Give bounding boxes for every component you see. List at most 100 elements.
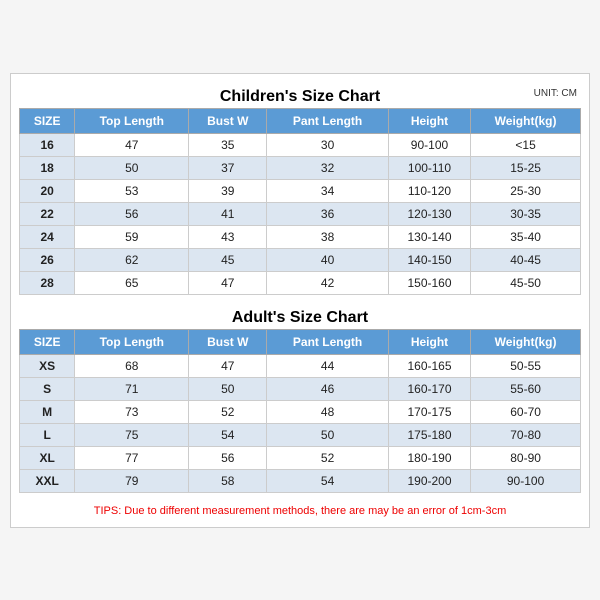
table-row: 22564136120-13030-35 — [20, 202, 581, 225]
data-cell: 68 — [75, 354, 189, 377]
data-cell: 170-175 — [388, 400, 470, 423]
adult-col-size: SIZE — [20, 329, 75, 354]
size-cell: L — [20, 423, 75, 446]
data-cell: 38 — [267, 225, 389, 248]
adult-title-text: Adult's Size Chart — [232, 309, 368, 326]
data-cell: 71 — [75, 377, 189, 400]
data-cell: 52 — [189, 400, 267, 423]
data-cell: 73 — [75, 400, 189, 423]
data-cell: 47 — [189, 354, 267, 377]
data-cell: 140-150 — [388, 248, 470, 271]
size-cell: XXL — [20, 469, 75, 492]
data-cell: 48 — [267, 400, 389, 423]
children-col-height: Height — [388, 108, 470, 133]
data-cell: 60-70 — [471, 400, 581, 423]
size-cell: XS — [20, 354, 75, 377]
data-cell: 37 — [189, 156, 267, 179]
children-thead: SIZE Top Length Bust W Pant Length Heigh… — [20, 108, 581, 133]
data-cell: 55-60 — [471, 377, 581, 400]
data-cell: 32 — [267, 156, 389, 179]
table-row: 24594338130-14035-40 — [20, 225, 581, 248]
adult-thead: SIZE Top Length Bust W Pant Length Heigh… — [20, 329, 581, 354]
adult-title: Adult's Size Chart — [19, 303, 581, 329]
data-cell: 160-165 — [388, 354, 470, 377]
children-tbody: 1647353090-100<1518503732100-11015-25205… — [20, 133, 581, 294]
data-cell: 50 — [189, 377, 267, 400]
data-cell: 150-160 — [388, 271, 470, 294]
data-cell: 160-170 — [388, 377, 470, 400]
children-header-row: SIZE Top Length Bust W Pant Length Heigh… — [20, 108, 581, 133]
data-cell: 50 — [75, 156, 189, 179]
data-cell: 41 — [189, 202, 267, 225]
adult-col-pant: Pant Length — [267, 329, 389, 354]
size-cell: 20 — [20, 179, 75, 202]
table-row: S715046160-17055-60 — [20, 377, 581, 400]
table-row: M735248170-17560-70 — [20, 400, 581, 423]
data-cell: 62 — [75, 248, 189, 271]
tips-text: TIPS: Due to different measurement metho… — [19, 501, 581, 519]
data-cell: 56 — [75, 202, 189, 225]
table-row: 20533934110-12025-30 — [20, 179, 581, 202]
data-cell: 45-50 — [471, 271, 581, 294]
children-col-top-length: Top Length — [75, 108, 189, 133]
adult-tbody: XS684744160-16550-55S715046160-17055-60M… — [20, 354, 581, 492]
children-col-size: SIZE — [20, 108, 75, 133]
data-cell: 42 — [267, 271, 389, 294]
data-cell: 50-55 — [471, 354, 581, 377]
table-row: 18503732100-11015-25 — [20, 156, 581, 179]
children-col-weight: Weight(kg) — [471, 108, 581, 133]
data-cell: 25-30 — [471, 179, 581, 202]
data-cell: 46 — [267, 377, 389, 400]
data-cell: 56 — [189, 446, 267, 469]
adult-col-height: Height — [388, 329, 470, 354]
data-cell: 54 — [267, 469, 389, 492]
data-cell: 50 — [267, 423, 389, 446]
data-cell: 59 — [75, 225, 189, 248]
data-cell: 35-40 — [471, 225, 581, 248]
table-row: XS684744160-16550-55 — [20, 354, 581, 377]
children-title-text: Children's Size Chart — [220, 88, 380, 105]
data-cell: 35 — [189, 133, 267, 156]
data-cell: 53 — [75, 179, 189, 202]
data-cell: 47 — [75, 133, 189, 156]
data-cell: 58 — [189, 469, 267, 492]
data-cell: 110-120 — [388, 179, 470, 202]
data-cell: 90-100 — [388, 133, 470, 156]
adult-col-top-length: Top Length — [75, 329, 189, 354]
data-cell: 70-80 — [471, 423, 581, 446]
data-cell: <15 — [471, 133, 581, 156]
data-cell: 45 — [189, 248, 267, 271]
data-cell: 44 — [267, 354, 389, 377]
data-cell: 30 — [267, 133, 389, 156]
data-cell: 40-45 — [471, 248, 581, 271]
chart-container: Children's Size Chart UNIT: CM SIZE Top … — [10, 73, 590, 528]
size-cell: 24 — [20, 225, 75, 248]
children-table: SIZE Top Length Bust W Pant Length Heigh… — [19, 108, 581, 295]
data-cell: 190-200 — [388, 469, 470, 492]
adult-col-bust: Bust W — [189, 329, 267, 354]
data-cell: 180-190 — [388, 446, 470, 469]
adult-header-row: SIZE Top Length Bust W Pant Length Heigh… — [20, 329, 581, 354]
data-cell: 65 — [75, 271, 189, 294]
size-cell: XL — [20, 446, 75, 469]
table-row: XXL795854190-20090-100 — [20, 469, 581, 492]
children-col-pant: Pant Length — [267, 108, 389, 133]
data-cell: 47 — [189, 271, 267, 294]
adult-section: Adult's Size Chart SIZE Top Length Bust … — [19, 303, 581, 493]
size-cell: 22 — [20, 202, 75, 225]
data-cell: 175-180 — [388, 423, 470, 446]
data-cell: 40 — [267, 248, 389, 271]
data-cell: 130-140 — [388, 225, 470, 248]
table-row: XL775652180-19080-90 — [20, 446, 581, 469]
data-cell: 100-110 — [388, 156, 470, 179]
children-unit: UNIT: CM — [534, 88, 577, 99]
data-cell: 54 — [189, 423, 267, 446]
data-cell: 90-100 — [471, 469, 581, 492]
data-cell: 79 — [75, 469, 189, 492]
table-row: 1647353090-100<15 — [20, 133, 581, 156]
data-cell: 34 — [267, 179, 389, 202]
table-row: 28654742150-16045-50 — [20, 271, 581, 294]
data-cell: 15-25 — [471, 156, 581, 179]
size-cell: S — [20, 377, 75, 400]
data-cell: 75 — [75, 423, 189, 446]
